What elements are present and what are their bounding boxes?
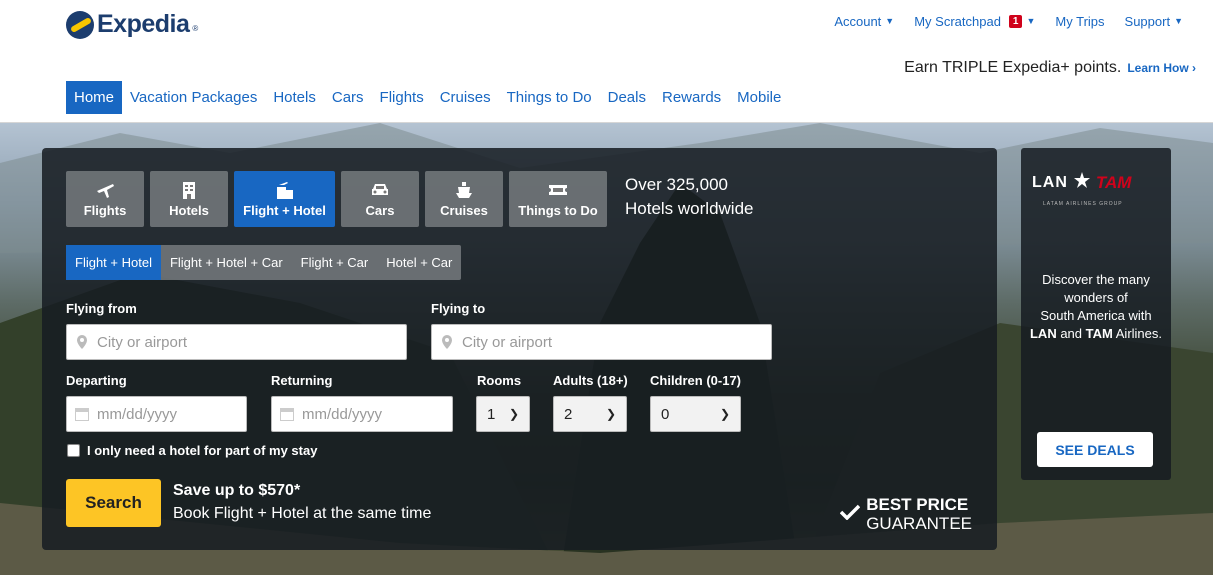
package-type-tabs: Flight + Hotel Flight + Hotel + Car Flig… (66, 245, 462, 280)
returning-label: Returning (271, 373, 333, 388)
savings-subtext: Book Flight + Hotel at the same time (173, 505, 432, 522)
chevron-down-icon: ▼ (1026, 15, 1036, 26)
partial-stay-label: I only need a hotel for part of my stay (87, 443, 318, 458)
ship-icon (454, 181, 474, 199)
chevron-down-icon: ▼ (1174, 15, 1183, 26)
partial-stay-checkbox[interactable] (67, 444, 80, 457)
nav-cruises[interactable]: Cruises (432, 81, 499, 114)
search-button[interactable]: Search (66, 479, 161, 527)
latam-logo: LAN TAM (1032, 172, 1132, 193)
building-icon (179, 181, 199, 199)
tab-cars[interactable]: Cars (341, 171, 419, 227)
chevron-down-icon: ❯ (508, 407, 519, 421)
flying-to-label: Flying to (431, 301, 486, 316)
savings-headline: Save up to $570* (173, 482, 301, 499)
scratchpad-menu[interactable]: My Scratchpad 1 ▼ (914, 14, 1035, 29)
main-nav: Home Vacation Packages Hotels Cars Fligh… (66, 81, 789, 114)
promo-text: Earn TRIPLE Expedia+ points. (904, 59, 1122, 76)
checkmark-icon (839, 504, 861, 525)
scratchpad-count-badge: 1 (1008, 15, 1023, 28)
adults-select[interactable]: 2 ❯ (553, 396, 627, 432)
hotels-count-tagline: Over 325,000 Hotels worldwide (625, 175, 754, 218)
rooms-select[interactable]: 1 ❯ (476, 396, 530, 432)
subtab-hotel-car[interactable]: Hotel + Car (377, 245, 461, 280)
learn-how-link[interactable]: Learn How › (1127, 61, 1196, 75)
nav-home[interactable]: Home (66, 81, 123, 114)
my-trips-link[interactable]: My Trips (1055, 14, 1104, 29)
children-label: Children (0-17) (650, 373, 742, 388)
account-menu[interactable]: Account ▼ (834, 14, 894, 29)
search-panel: Flights Hotels Flight + Hotel Cars Cruis… (42, 148, 997, 550)
nav-things-to-do[interactable]: Things to Do (499, 81, 600, 114)
chevron-down-icon: ❯ (605, 407, 616, 421)
car-icon (370, 181, 390, 199)
nav-flights[interactable]: Flights (372, 81, 432, 114)
nav-cars[interactable]: Cars (324, 81, 372, 114)
nav-vacation-packages[interactable]: Vacation Packages (122, 81, 265, 114)
tab-flight-hotel[interactable]: Flight + Hotel (234, 171, 335, 227)
ad-copy: Discover the many wonders of South Ameri… (1029, 272, 1163, 341)
expedia-globe-icon (66, 10, 94, 39)
calendar-icon (67, 407, 97, 421)
latam-airlines-ad: LAN TAM LATAM AIRLINES GROUP Discover th… (1021, 148, 1171, 480)
airplane-icon (95, 181, 115, 199)
departing-label: Departing (66, 373, 127, 388)
chevron-down-icon: ▼ (885, 15, 895, 26)
flight-hotel-icon (275, 181, 295, 199)
tab-things-to-do[interactable]: Things to Do (509, 171, 607, 227)
see-deals-button[interactable]: SEE DEALS (1037, 432, 1153, 467)
subtab-flight-hotel[interactable]: Flight + Hotel (66, 245, 161, 280)
best-price-guarantee: BEST PRICE GUARANTEE (839, 495, 972, 533)
nav-rewards[interactable]: Rewards (654, 81, 729, 114)
ticket-icon (548, 181, 568, 199)
returning-date-input[interactable]: mm/dd/yyyy (271, 396, 453, 432)
subtab-flight-hotel-car[interactable]: Flight + Hotel + Car (161, 245, 292, 280)
departing-date-input[interactable]: mm/dd/yyyy (66, 396, 247, 432)
product-tabs: Flights Hotels Flight + Hotel Cars Cruis… (66, 171, 607, 227)
flying-to-input[interactable]: City or airport (431, 324, 772, 360)
support-menu[interactable]: Support ▼ (1125, 14, 1183, 29)
flying-from-label: Flying from (66, 301, 137, 316)
chevron-down-icon: ❯ (719, 407, 730, 421)
tab-cruises[interactable]: Cruises (425, 171, 503, 227)
location-pin-icon (67, 335, 97, 349)
nav-hotels[interactable]: Hotels (265, 81, 324, 114)
subtab-flight-car[interactable]: Flight + Car (292, 245, 378, 280)
account-links: Account ▼ My Scratchpad 1 ▼ My Trips Supp… (834, 14, 1183, 29)
points-promo: Earn TRIPLE Expedia+ points. Learn How › (904, 59, 1196, 77)
nav-mobile[interactable]: Mobile (729, 81, 789, 114)
latam-group-text: LATAM AIRLINES GROUP (1043, 201, 1123, 207)
location-pin-icon (432, 335, 462, 349)
star-icon (1073, 172, 1090, 193)
flying-from-input[interactable]: City or airport (66, 324, 407, 360)
rooms-label: Rooms (477, 373, 522, 388)
partial-stay-option: I only need a hotel for part of my stay (67, 443, 317, 458)
nav-deals[interactable]: Deals (600, 81, 654, 114)
expedia-logo[interactable]: Expedia ® (66, 10, 198, 39)
site-header: Expedia ® Account ▼ My Scratchpad 1 ▼ My … (0, 0, 1213, 123)
tab-flights[interactable]: Flights (66, 171, 144, 227)
tab-hotels[interactable]: Hotels (150, 171, 228, 227)
adults-label: Adults (18+) (553, 373, 628, 388)
logo-text: Expedia (97, 10, 190, 38)
children-select[interactable]: 0 ❯ (650, 396, 741, 432)
calendar-icon (272, 407, 302, 421)
